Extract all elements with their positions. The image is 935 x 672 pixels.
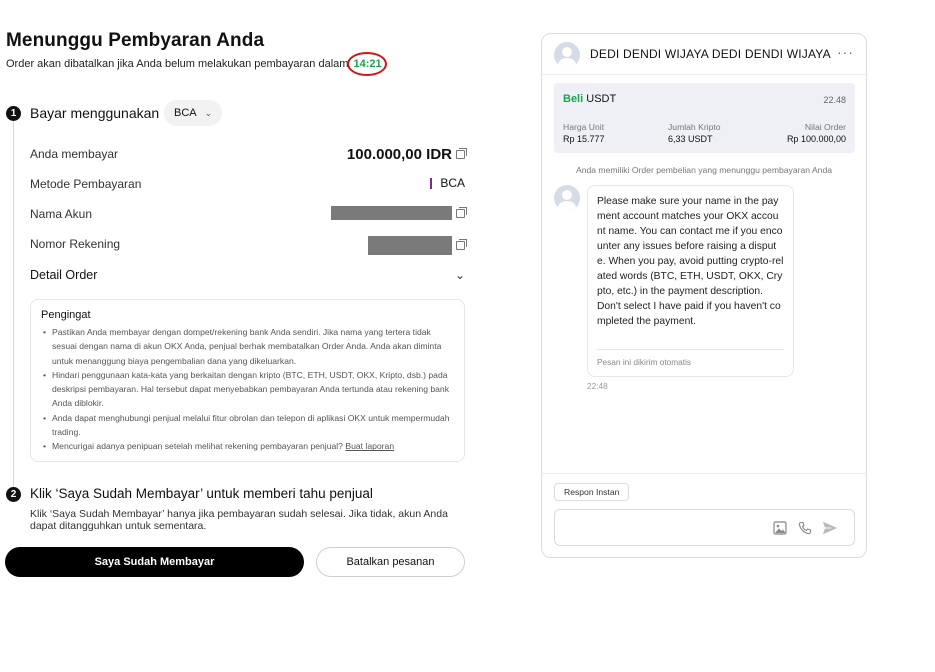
step-1-badge: 1 bbox=[6, 106, 21, 121]
chat-message-bubble: Please make sure your name in the paymen… bbox=[587, 185, 794, 377]
cancel-order-button[interactable]: Batalkan pesanan bbox=[316, 547, 465, 577]
account-name-value-group bbox=[331, 206, 467, 220]
chat-message-input[interactable] bbox=[563, 518, 763, 538]
order-value-label: Nilai Order bbox=[804, 122, 846, 132]
paid-button[interactable]: Saya Sudah Membayar bbox=[5, 547, 304, 577]
crypto-amount: Jumlah Kripto 6,33 USDT bbox=[668, 122, 721, 144]
step-2-badge: 2 bbox=[6, 487, 21, 502]
order-asset: USDT bbox=[586, 93, 617, 105]
order-type-label: Beli bbox=[563, 93, 584, 105]
bank-select-dropdown[interactable]: BCA ⌄ bbox=[164, 100, 223, 126]
payment-method-value: BCA bbox=[440, 176, 465, 190]
account-number-value-group bbox=[368, 236, 467, 255]
amount-value-group: 100.000,00 IDR bbox=[346, 146, 467, 163]
amount-label: Anda membayar bbox=[30, 147, 119, 161]
detail-order-toggle[interactable]: Detail Order ⌄ bbox=[30, 268, 465, 288]
account-name-redacted bbox=[331, 206, 452, 220]
chat-header: DEDI DENDI WIJAYA DEDI DENDI WIJAYA ··· bbox=[542, 34, 866, 75]
order-value: Nilai Order Rp 100.000,00 bbox=[787, 122, 846, 144]
crypto-amount-value: 6,33 USDT bbox=[668, 134, 713, 144]
account-name-label: Nama Akun bbox=[30, 207, 93, 221]
countdown-timer: 14:21 bbox=[346, 52, 387, 76]
step-1-title: Bayar menggunakan bbox=[30, 105, 160, 121]
cancel-warning-text: Order akan dibatalkan jika Anda belum me… bbox=[6, 58, 349, 70]
system-message: Anda memiliki Order pembelian yang menun… bbox=[575, 165, 833, 175]
cancel-warning: Order akan dibatalkan jika Anda belum me… bbox=[6, 52, 387, 76]
seller-name: DEDI DENDI WIJAYA DEDI DENDI WIJAYA bbox=[590, 47, 831, 61]
copy-icon[interactable] bbox=[456, 206, 467, 218]
payment-method-row: Metode Pembayaran BCA bbox=[30, 174, 465, 194]
reminder-list: Pastikan Anda membayar dengan dompet/rek… bbox=[41, 325, 454, 454]
phone-icon[interactable] bbox=[797, 520, 813, 536]
more-icon[interactable]: ··· bbox=[837, 44, 854, 60]
page-title: Menunggu Pembyaran Anda bbox=[6, 30, 265, 51]
report-link[interactable]: Buat laporan bbox=[345, 441, 394, 451]
order-time: 22.48 bbox=[823, 95, 846, 105]
chevron-down-icon: ⌄ bbox=[454, 268, 465, 282]
chat-panel: DEDI DENDI WIJAYA DEDI DENDI WIJAYA ··· … bbox=[541, 33, 867, 558]
unit-price: Harga Unit Rp 15.777 bbox=[563, 122, 605, 144]
reminder-box: Pengingat Pastikan Anda membayar dengan … bbox=[30, 299, 465, 462]
chat-footer-divider bbox=[542, 473, 866, 474]
bank-select-value: BCA bbox=[174, 107, 197, 119]
send-icon[interactable] bbox=[822, 520, 838, 536]
reminder-item: Hindari penggunaan kata-kata yang berkai… bbox=[41, 368, 454, 411]
reminder-item: Mencurigai adanya penipuan setelah melih… bbox=[41, 439, 454, 454]
payment-method-value-group: BCA bbox=[430, 176, 465, 190]
bubble-divider bbox=[597, 349, 784, 350]
message-time: 22:48 bbox=[587, 381, 608, 391]
step-2-title: Klik ‘Saya Sudah Membayar’ untuk memberi… bbox=[30, 486, 373, 501]
order-type: Beli USDT bbox=[563, 93, 616, 105]
detail-order-label: Detail Order bbox=[30, 268, 98, 282]
step-connector-line bbox=[13, 121, 14, 489]
account-name-row: Nama Akun bbox=[30, 204, 467, 224]
seller-avatar bbox=[554, 42, 580, 68]
reminder-item-text: Mencurigai adanya penipuan setelah melih… bbox=[52, 441, 343, 452]
chat-composer bbox=[554, 509, 855, 546]
bank-color-marker bbox=[430, 177, 433, 189]
auto-message-note: Pesan ini dikirim otomatis bbox=[597, 357, 692, 367]
reminder-title: Pengingat bbox=[41, 309, 91, 321]
order-value-value: Rp 100.000,00 bbox=[786, 134, 846, 144]
amount-row: Anda membayar 100.000,00 IDR bbox=[30, 144, 467, 164]
step-1-header: 1 Bayar menggunakan BCA ⌄ bbox=[6, 100, 466, 126]
image-icon[interactable] bbox=[772, 520, 788, 536]
chevron-down-icon: ⌄ bbox=[204, 107, 213, 118]
reminder-item: Pastikan Anda membayar dengan dompet/rek… bbox=[41, 325, 454, 368]
crypto-amount-label: Jumlah Kripto bbox=[668, 122, 721, 132]
account-number-label: Nomor Rekening bbox=[30, 237, 121, 251]
step-2-description: Klik ‘Saya Sudah Membayar’ hanya jika pe… bbox=[30, 508, 448, 532]
amount-value: 100.000,00 IDR bbox=[346, 146, 452, 163]
unit-price-value: Rp 15.777 bbox=[563, 134, 605, 144]
seller-avatar bbox=[554, 185, 580, 211]
timer-highlight-circle bbox=[346, 52, 387, 76]
payment-panel: Menunggu Pembyaran Anda Order akan dibat… bbox=[6, 30, 466, 76]
account-number-redacted bbox=[368, 236, 452, 255]
chat-message-text: Please make sure your name in the paymen… bbox=[597, 196, 784, 327]
payment-method-label: Metode Pembayaran bbox=[30, 177, 142, 191]
account-number-row: Nomor Rekening bbox=[30, 234, 467, 255]
unit-price-label: Harga Unit bbox=[563, 122, 605, 132]
copy-icon[interactable] bbox=[456, 239, 467, 250]
quick-reply-button[interactable]: Respon Instan bbox=[554, 483, 630, 501]
copy-icon[interactable] bbox=[456, 148, 467, 159]
order-summary-card: Beli USDT 22.48 Harga Unit Rp 15.777 Jum… bbox=[554, 83, 855, 153]
reminder-item: Anda dapat menghubungi penjual melalui f… bbox=[41, 411, 454, 440]
